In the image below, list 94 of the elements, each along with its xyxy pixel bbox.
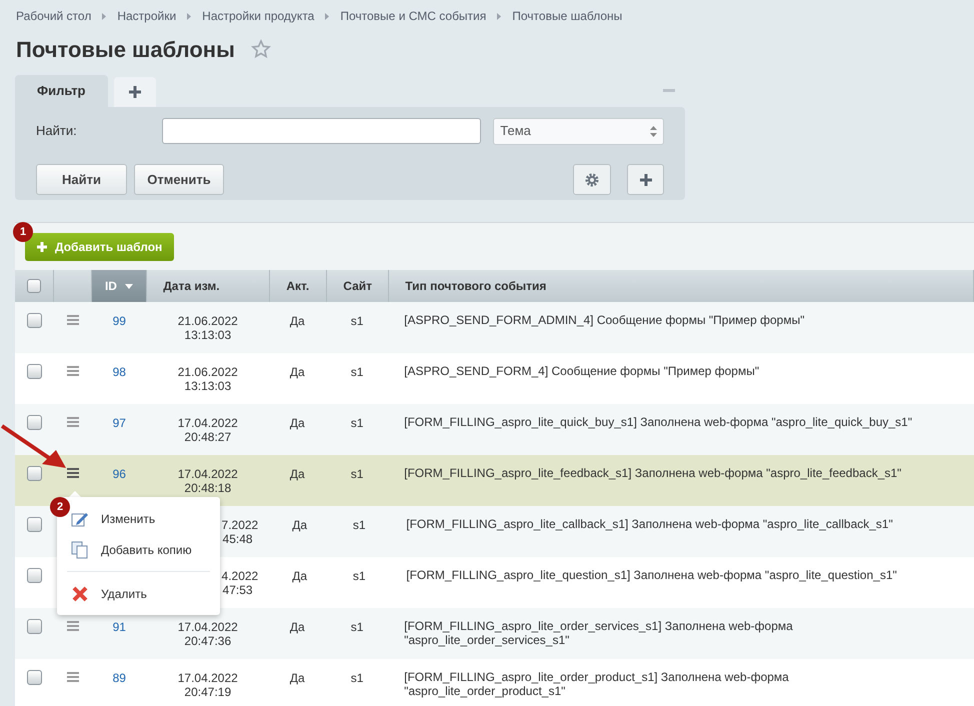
table-row[interactable]: 98 21.06.2022 13:13:03 Да s1 [ASPRO_SEND_FORM_4] Сообщение формы "Пример формы" — [15, 353, 974, 404]
date-text: 7.2022 — [222, 518, 260, 532]
menu-icon[interactable] — [66, 315, 79, 325]
plus-icon — [37, 242, 47, 252]
menu-icon[interactable] — [66, 366, 79, 376]
id-link[interactable]: 99 — [112, 314, 126, 328]
id-link[interactable]: 89 — [112, 671, 126, 685]
checkbox[interactable] — [27, 415, 42, 430]
cancel-button[interactable]: Отменить — [134, 164, 224, 195]
date-text: 17.04.2022 — [176, 467, 239, 481]
table-cell: Да — [290, 467, 305, 481]
add-filter-tab-button[interactable] — [114, 77, 156, 107]
search-field[interactable] — [162, 118, 482, 144]
id-link[interactable]: 97 — [112, 416, 126, 430]
checkbox[interactable] — [27, 279, 42, 293]
menu-icon[interactable] — [66, 417, 79, 427]
table-cell: s1 — [350, 467, 364, 481]
table-cell: [FORM_FILLING_aspro_lite_question_s1] Заполнена web-форма "aspro_lite_question_s1" — [406, 568, 897, 582]
table-cell: [FORM_FILLING_aspro_lite_feedback_s1] Заполнена web-форма "aspro_lite_feedback_s1" — [404, 466, 902, 480]
checkbox[interactable] — [27, 619, 42, 634]
menu-icon[interactable] — [66, 468, 79, 478]
table-cell: Да — [290, 620, 305, 634]
checkbox[interactable] — [27, 313, 42, 328]
checkbox[interactable] — [27, 466, 42, 481]
filter-tab[interactable]: Фильтр — [15, 75, 108, 107]
time-text: 20:47:19 — [183, 685, 232, 699]
time-text: 13:13:03 — [183, 328, 232, 342]
plus-icon — [128, 85, 142, 99]
table-cell: s1 — [350, 671, 364, 685]
menu-icon[interactable] — [66, 621, 79, 631]
updown-icon — [650, 126, 657, 136]
add-field-button[interactable] — [627, 164, 664, 195]
date-text: 21.06.2022 — [176, 314, 239, 328]
breadcrumb-link[interactable]: Рабочий стол — [16, 7, 92, 25]
table-cell: [FORM_FILLING_aspro_lite_quick_buy_s1] Заполнена web-форма "aspro_lite_quick_buy_s1" — [404, 415, 912, 429]
page-title: Почтовые шаблоны — [16, 36, 235, 64]
settings-button[interactable] — [573, 164, 611, 195]
breadcrumb-link[interactable]: Почтовые шаблоны — [512, 7, 622, 25]
table-cell: Да — [290, 671, 305, 685]
cross-icon — [71, 584, 89, 602]
table-cell: s1 — [352, 569, 366, 583]
find-button[interactable]: Найти — [36, 164, 127, 195]
plus-icon — [638, 172, 652, 186]
table-cell: s1 — [350, 365, 364, 379]
table-cell: Да — [292, 518, 308, 532]
date-text: 17.04.2022 — [176, 620, 239, 634]
table-cell: Да — [290, 365, 305, 379]
breadcrumb-link[interactable]: Настройки продукта — [202, 7, 314, 25]
id-link[interactable]: 96 — [112, 467, 126, 481]
table-cell: s1 — [350, 314, 364, 328]
chevron-icon — [187, 12, 192, 20]
star-icon[interactable] — [250, 39, 271, 59]
table-cell: s1 — [350, 620, 364, 634]
copy-icon — [71, 540, 89, 558]
table-cell: Да — [290, 416, 305, 430]
id-link[interactable]: 91 — [112, 620, 126, 634]
time-text: 13:13:03 — [183, 379, 232, 393]
chevron-icon — [325, 12, 330, 20]
settings-icon — [585, 172, 599, 186]
date-text: 21.06.2022 — [176, 365, 239, 379]
date-text: 17.04.2022 — [176, 671, 239, 685]
date-text: 17.04.2022 — [176, 416, 239, 430]
chevron-icon — [497, 12, 502, 20]
table-cell: [FORM_FILLING_aspro_lite_callback_s1] Заполнена web-форма "aspro_lite_callback_s1" — [406, 517, 893, 531]
table-cell-text: [FORM_FILLING_aspro_lite_order_services_s1] Заполнена web-форма "aspro_lite_order_services_s1" — [404, 619, 794, 647]
time-text: 45:48 — [222, 532, 254, 546]
chevron-icon — [102, 12, 106, 20]
table-cell: Да — [290, 314, 305, 328]
id-link[interactable]: 98 — [112, 365, 126, 379]
date-text: 4.2022 — [222, 569, 260, 583]
checkbox[interactable] — [27, 568, 42, 583]
find-label: Найти: — [36, 122, 78, 140]
checkbox[interactable] — [27, 670, 42, 685]
table-cell: [ASPRO_SEND_FORM_4] Сообщение формы "Пример формы" — [404, 364, 760, 378]
menu-item[interactable]: Удалить — [71, 578, 220, 609]
table-cell-text: [FORM_FILLING_aspro_lite_order_product_s1] Заполнена web-форма "aspro_lite_order_product_s1" — [404, 670, 790, 698]
table-cell: Да — [292, 569, 308, 583]
table-cell: s1 — [352, 518, 366, 532]
field-select[interactable]: Тема — [493, 118, 664, 144]
sort-down-icon — [124, 284, 133, 288]
checkbox[interactable] — [27, 517, 42, 532]
time-text: 20:47:36 — [183, 634, 232, 648]
checkbox[interactable] — [27, 364, 42, 379]
menu-item[interactable]: Изменить — [71, 503, 220, 534]
pointer-arrow — [0, 424, 68, 470]
breadcrumb-link[interactable]: Настройки — [117, 7, 176, 25]
menu-icon[interactable] — [66, 672, 79, 682]
table-row[interactable]: 89 17.04.2022 20:47:19 Да s1 [FORM_FILLING_aspro_lite_order_product_s1] Заполнена web-форма "aspro_lite_order_product_s1" — [15, 659, 974, 706]
time-text: 47:53 — [222, 583, 254, 597]
time-text: 20:48:27 — [183, 430, 232, 444]
time-text: 20:48:18 — [183, 481, 232, 495]
table-cell: [ASPRO_SEND_FORM_ADMIN_4] Сообщение формы "Пример формы" — [404, 313, 804, 327]
breadcrumb-link[interactable]: Почтовые и СМС события — [340, 7, 486, 25]
table-cell: s1 — [350, 416, 364, 430]
